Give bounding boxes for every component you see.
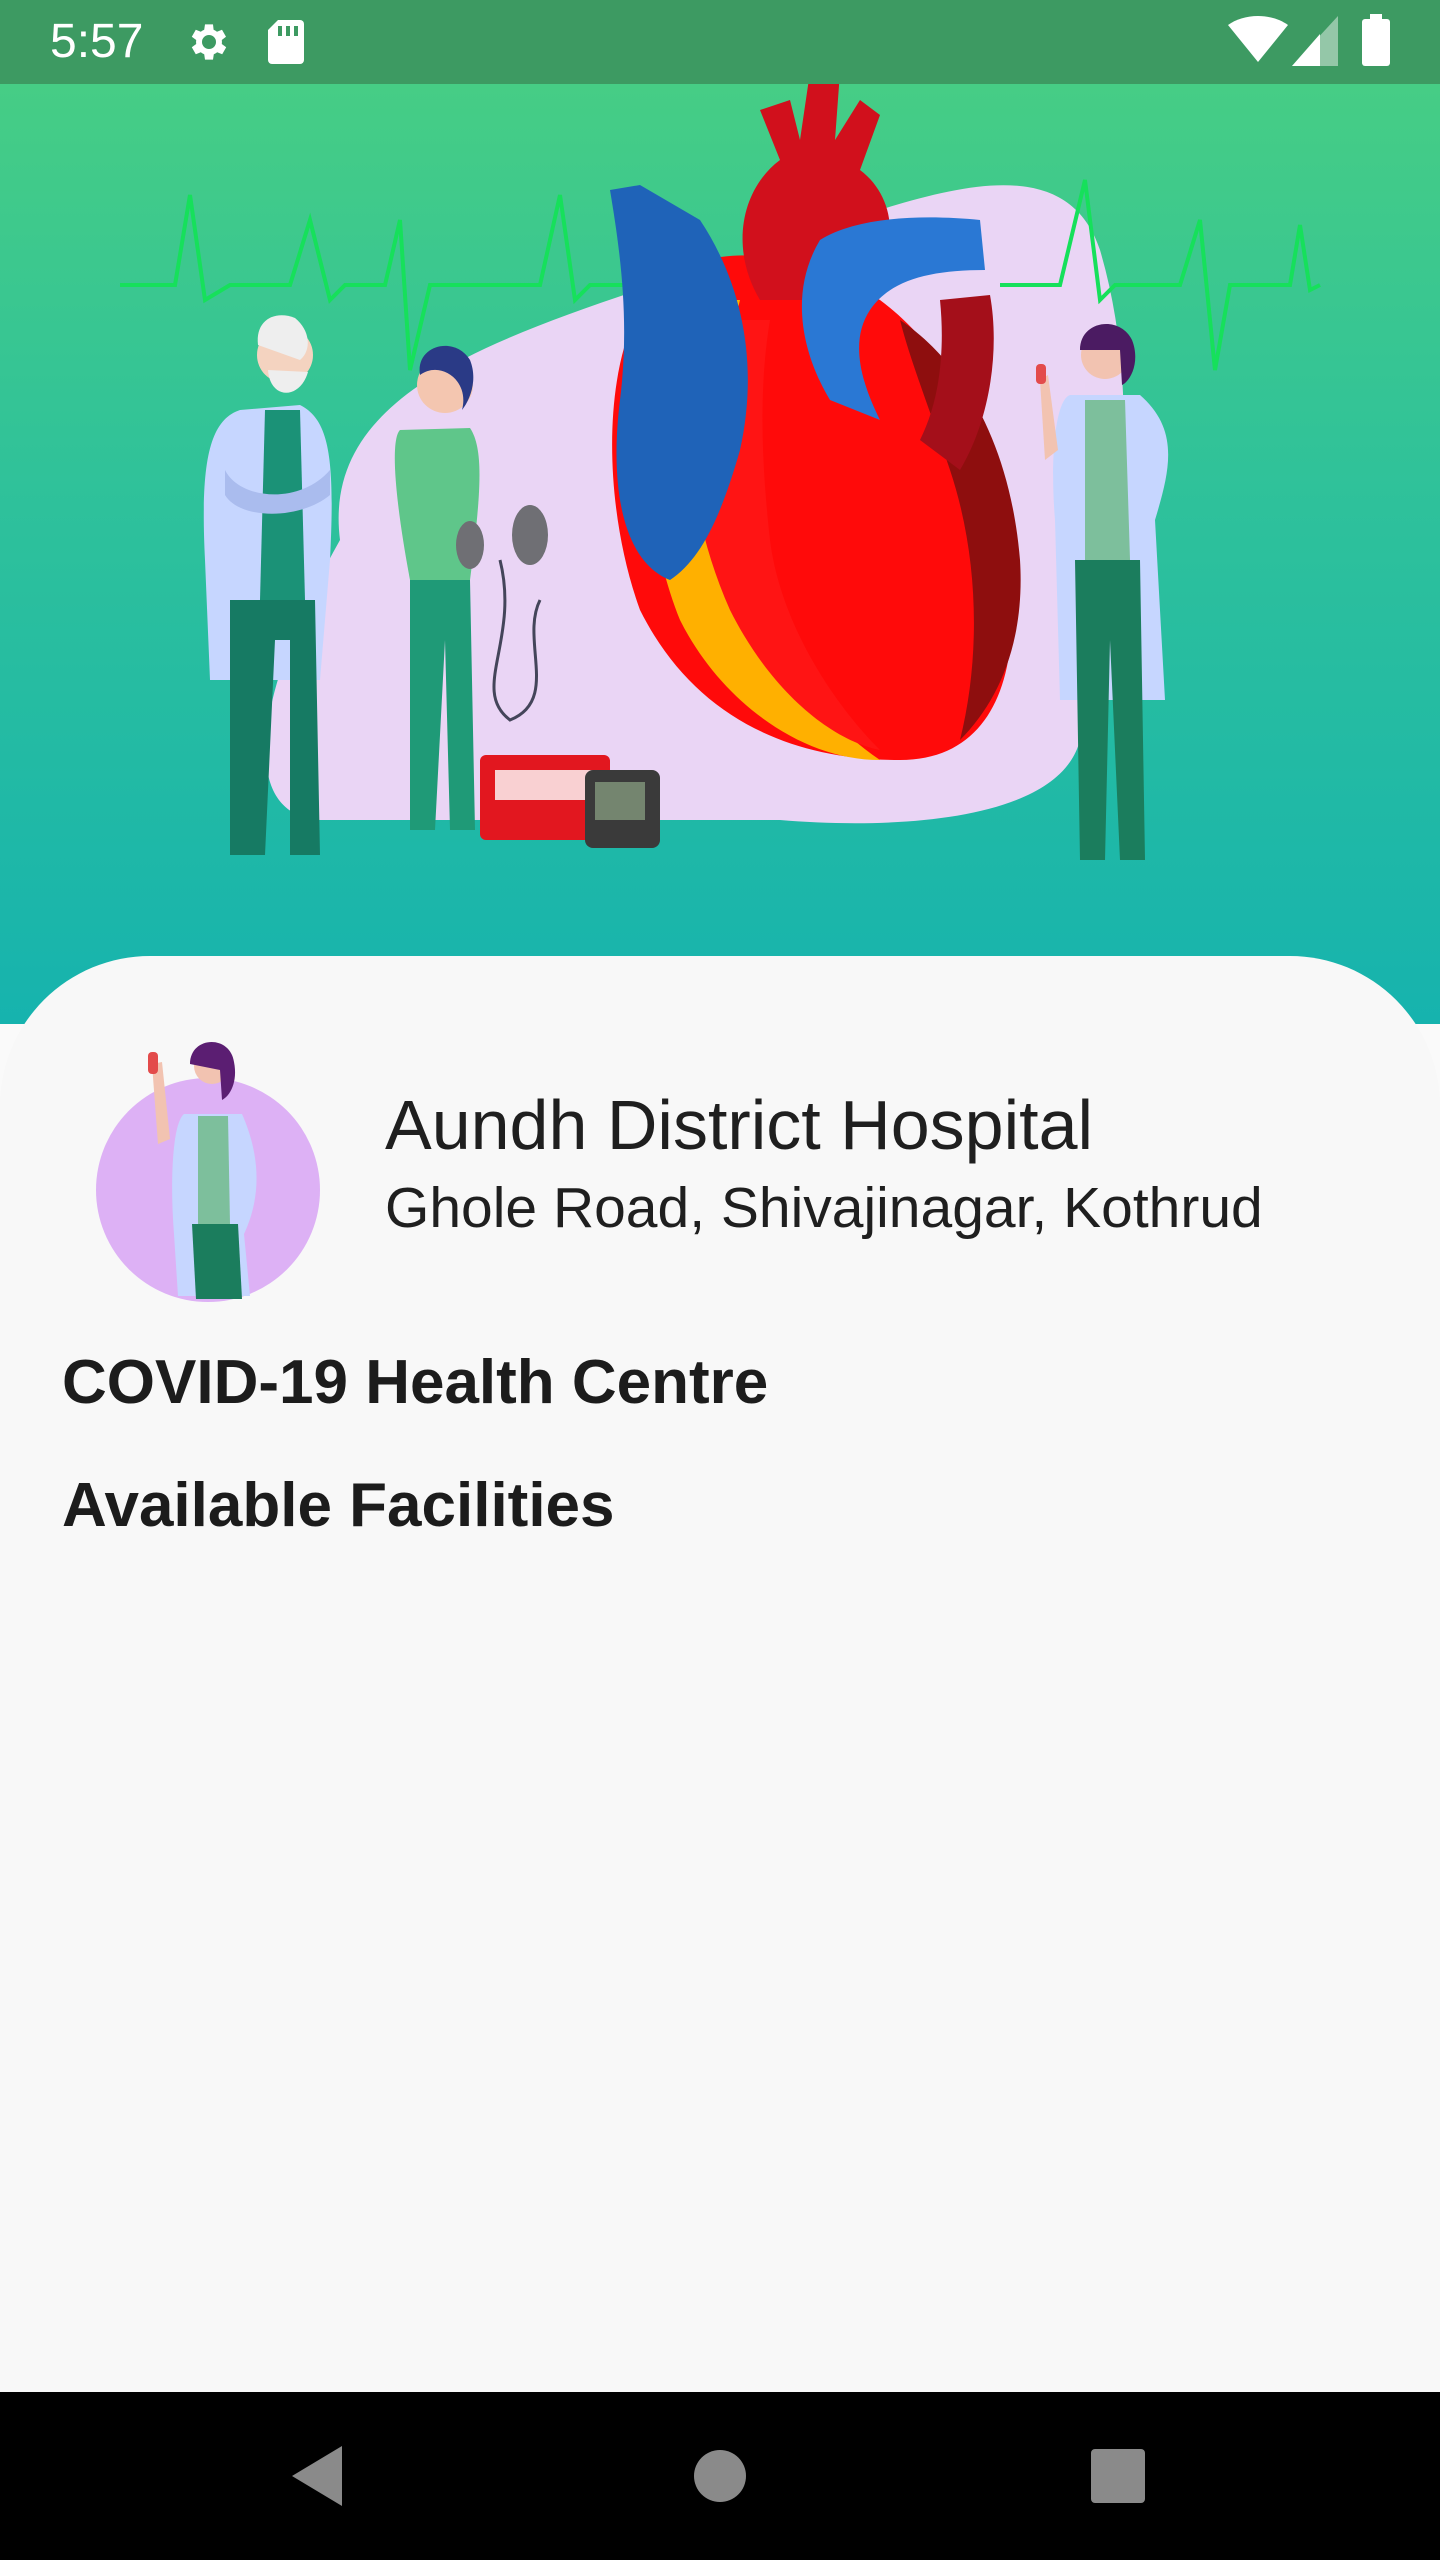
settings-icon — [191, 24, 227, 60]
sd-card-icon — [268, 20, 304, 64]
wifi-icon — [1228, 16, 1288, 62]
hospital-address: Ghole Road, Shivajinagar, Kothrud — [385, 1176, 1263, 1240]
centre-type-heading: COVID-19 Health Centre — [62, 1348, 769, 1417]
battery-icon — [1362, 14, 1390, 66]
navigation-bar — [0, 2392, 1440, 2560]
cardiology-illustration — [120, 84, 1321, 860]
facilities-heading: Available Facilities — [62, 1471, 615, 1540]
home-icon[interactable] — [680, 2436, 760, 2516]
cell-signal-icon — [1292, 16, 1338, 66]
hospital-name: Aundh District Hospital — [385, 1086, 1094, 1164]
recents-icon[interactable] — [1078, 2436, 1158, 2516]
status-time: 5:57 — [50, 15, 144, 68]
status-bar: 5:57 — [0, 0, 1440, 84]
hero-banner — [0, 84, 1440, 1024]
back-icon[interactable] — [280, 2436, 360, 2516]
doctor-avatar-icon — [96, 1041, 320, 1302]
doctor-illustration-1 — [203, 315, 332, 855]
